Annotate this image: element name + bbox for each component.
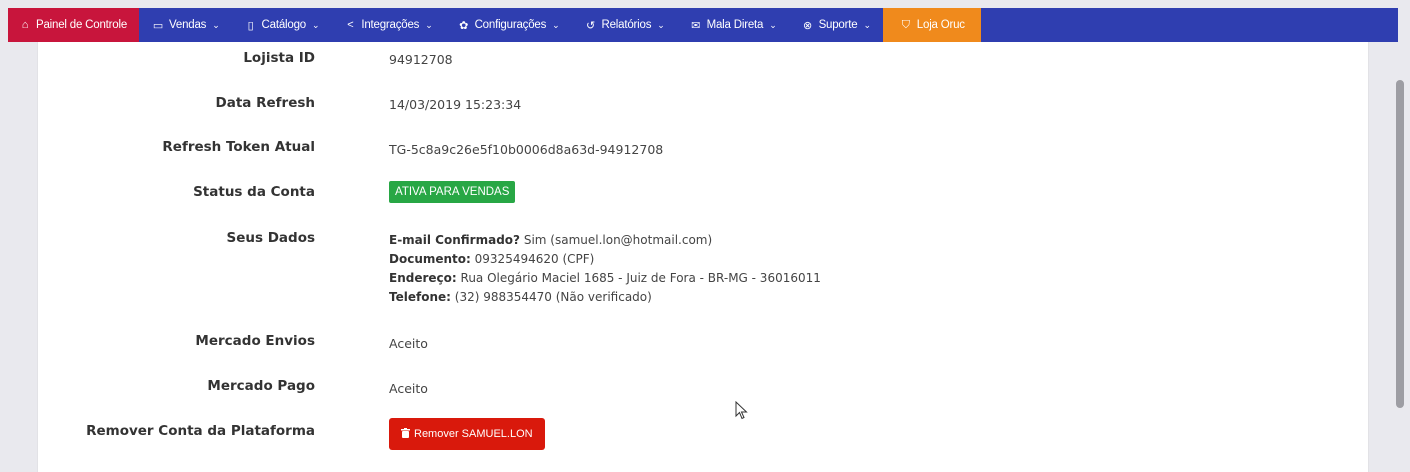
gear-icon: ✿ bbox=[459, 19, 469, 32]
documento-label: Documento: bbox=[389, 252, 471, 266]
cart-icon: ⛉ bbox=[901, 18, 910, 31]
chevron-down-icon: ⌄ bbox=[769, 19, 777, 30]
chevron-down-icon: ⌄ bbox=[311, 19, 320, 30]
support-icon: ⊗ bbox=[803, 19, 813, 32]
nav-loja-oruc[interactable]: ⛉ Loja Oruc bbox=[882, 8, 981, 42]
documento-value: 09325494620 (CPF) bbox=[474, 252, 595, 266]
nav-mala-direta[interactable]: ✉ Mala Direta ⌄ bbox=[677, 8, 789, 42]
seus-dados-label: Seus Dados bbox=[226, 230, 315, 246]
top-navbar: ⌂ Painel de Controle ▭ Vendas ⌄ ▯ Catálo… bbox=[8, 8, 1398, 42]
nav-label: Mala Direta bbox=[706, 19, 764, 31]
refresh-token-value: TG-5c8a9c26e5f10b0006d8a63d-94912708 bbox=[389, 142, 664, 157]
telefone-line: Telefone: (32) 988354470 (Não verificado… bbox=[389, 288, 821, 307]
home-icon: ⌂ bbox=[21, 19, 29, 31]
email-line: E-mail Confirmado? Sim (samuel.lon@hotma… bbox=[389, 231, 821, 250]
history-icon: ↺ bbox=[585, 19, 595, 32]
nav-configuracoes[interactable]: ✿ Configurações ⌄ bbox=[445, 8, 572, 42]
lojista-id-label: Lojista ID bbox=[243, 50, 315, 66]
nav-label: Vendas bbox=[169, 19, 207, 31]
remover-conta-label: Remover Conta da Plataforma bbox=[86, 423, 315, 439]
nav-label: Relatórios bbox=[601, 19, 652, 31]
mercado-pago-value: Aceito bbox=[389, 381, 428, 396]
folder-icon: ▭ bbox=[152, 19, 164, 32]
status-badge: ATIVA PARA VENDAS bbox=[389, 181, 516, 203]
chevron-down-icon: ⌄ bbox=[552, 19, 560, 30]
nav-suporte[interactable]: ⊗ Suporte ⌄ bbox=[789, 8, 883, 42]
trash-icon bbox=[401, 427, 410, 441]
telefone-value: (32) 988354470 (Não verificado) bbox=[454, 290, 652, 304]
share-icon: < bbox=[347, 19, 354, 31]
nav-label: Catálogo bbox=[261, 19, 307, 31]
nav-label: Integrações bbox=[361, 19, 420, 31]
chevron-down-icon: ⌄ bbox=[425, 19, 433, 30]
remove-account-button[interactable]: Remover SAMUEL.LON bbox=[389, 418, 545, 450]
mouse-cursor-icon bbox=[735, 401, 748, 420]
nav-painel-de-controle[interactable]: ⌂ Painel de Controle bbox=[8, 8, 140, 42]
lojista-id-value: 94912708 bbox=[389, 52, 453, 67]
status-conta-label: Status da Conta bbox=[193, 184, 315, 200]
endereco-label: Endereço: bbox=[389, 271, 457, 285]
nav-label: Painel de Controle bbox=[36, 19, 128, 31]
documento-line: Documento: 09325494620 (CPF) bbox=[389, 250, 821, 269]
seus-dados-block: E-mail Confirmado? Sim (samuel.lon@hotma… bbox=[389, 231, 821, 307]
email-label: E-mail Confirmado? bbox=[389, 233, 520, 247]
endereco-line: Endereço: Rua Olegário Maciel 1685 - Jui… bbox=[389, 269, 821, 288]
book-icon: ▯ bbox=[247, 19, 254, 32]
account-details-panel: Lojista ID 94912708 Data Refresh 14/03/2… bbox=[37, 42, 1369, 472]
chevron-down-icon: ⌄ bbox=[657, 19, 665, 30]
data-refresh-value: 14/03/2019 15:23:34 bbox=[389, 97, 522, 112]
nav-label: Loja Oruc bbox=[916, 19, 965, 31]
nav-label: Suporte bbox=[818, 19, 858, 31]
scrollbar-thumb[interactable] bbox=[1396, 80, 1404, 408]
nav-vendas[interactable]: ▭ Vendas ⌄ bbox=[139, 8, 232, 42]
mail-icon: ✉ bbox=[691, 19, 701, 32]
email-value: Sim (samuel.lon@hotmail.com) bbox=[523, 233, 713, 247]
nav-relatorios[interactable]: ↺ Relatórios ⌄ bbox=[571, 8, 676, 42]
telefone-label: Telefone: bbox=[389, 290, 451, 304]
chevron-down-icon: ⌄ bbox=[212, 19, 220, 30]
mercado-envios-label: Mercado Envios bbox=[195, 333, 315, 349]
endereco-value: Rua Olegário Maciel 1685 - Juiz de Fora … bbox=[460, 271, 821, 285]
mercado-pago-label: Mercado Pago bbox=[207, 378, 315, 394]
nav-integracoes[interactable]: < Integrações ⌄ bbox=[331, 8, 444, 42]
data-refresh-label: Data Refresh bbox=[215, 95, 315, 111]
remove-account-label: Remover SAMUEL.LON bbox=[414, 428, 533, 440]
mercado-envios-value: Aceito bbox=[389, 336, 428, 351]
chevron-down-icon: ⌄ bbox=[863, 19, 871, 30]
nav-label: Configurações bbox=[474, 19, 547, 31]
nav-catalogo[interactable]: ▯ Catálogo ⌄ bbox=[232, 8, 332, 42]
refresh-token-label: Refresh Token Atual bbox=[162, 139, 315, 155]
